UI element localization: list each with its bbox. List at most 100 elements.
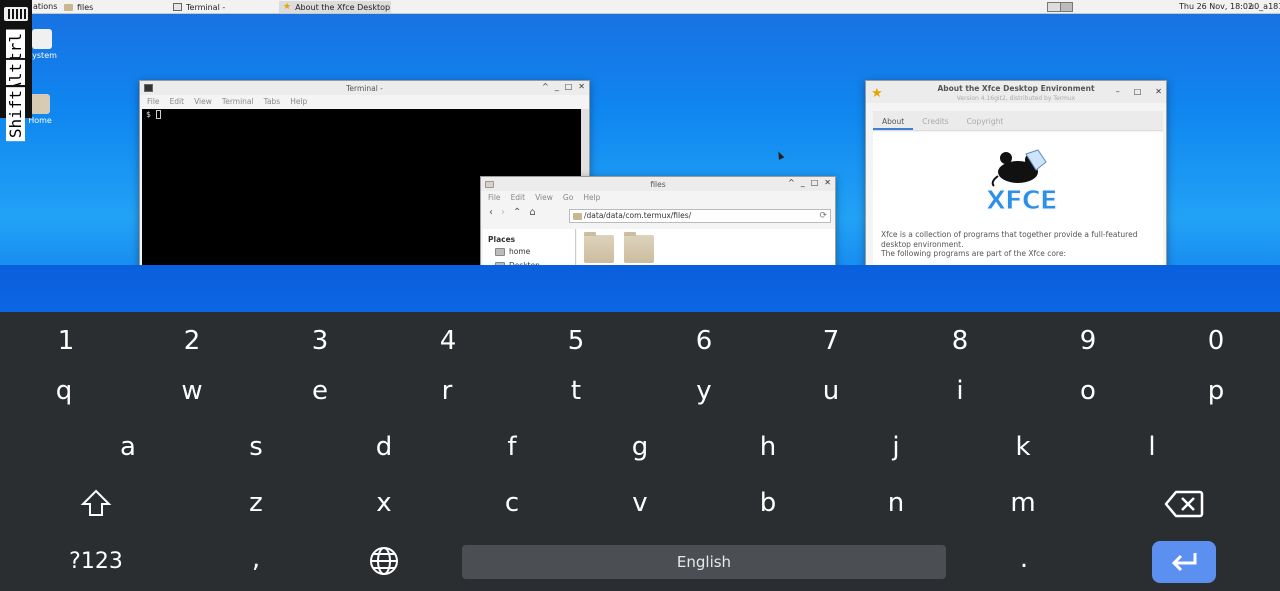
sidebar-item-desktop[interactable]: Desktop bbox=[495, 261, 570, 270]
key-g[interactable]: g bbox=[624, 432, 656, 462]
symbols-key[interactable]: ?123 bbox=[56, 549, 136, 574]
up-icon[interactable]: ⌃ bbox=[513, 207, 521, 218]
key-q[interactable]: q bbox=[48, 376, 80, 406]
reload-icon[interactable]: ⟳ bbox=[819, 210, 827, 222]
close-icon[interactable]: ✕ bbox=[578, 82, 585, 91]
comma-key[interactable]: , bbox=[240, 544, 272, 574]
keyboard-toggle-button[interactable] bbox=[0, 0, 32, 28]
key-k[interactable]: k bbox=[1007, 432, 1039, 462]
key-f[interactable]: f bbox=[496, 432, 528, 462]
alt-key[interactable]: Alt bbox=[0, 58, 32, 95]
menu-tabs[interactable]: Tabs bbox=[264, 97, 281, 106]
key-l[interactable]: l bbox=[1136, 432, 1168, 462]
key-b[interactable]: b bbox=[752, 488, 784, 518]
key-i[interactable]: i bbox=[944, 376, 976, 406]
taskbar-item-files[interactable]: files bbox=[60, 1, 166, 13]
menu-view[interactable]: View bbox=[535, 193, 553, 202]
key-j[interactable]: j bbox=[880, 432, 912, 462]
key-5[interactable]: 5 bbox=[560, 326, 592, 356]
about-titlebar[interactable]: ★ About the Xfce Desktop Environment Ver… bbox=[866, 81, 1166, 103]
key-s[interactable]: s bbox=[240, 432, 272, 462]
applications-menu[interactable]: ations bbox=[33, 2, 57, 11]
key-8[interactable]: 8 bbox=[944, 326, 976, 356]
file-item-home[interactable]: home bbox=[581, 232, 617, 275]
iconify-icon[interactable]: – bbox=[1116, 87, 1120, 96]
key-o[interactable]: o bbox=[1072, 376, 1104, 406]
key-4[interactable]: 4 bbox=[432, 326, 464, 356]
key-a[interactable]: a bbox=[112, 432, 144, 462]
backspace-key[interactable] bbox=[1162, 490, 1206, 525]
key-c[interactable]: c bbox=[496, 488, 528, 518]
key-0[interactable]: 0 bbox=[1200, 326, 1232, 356]
menu-help[interactable]: Help bbox=[583, 193, 600, 202]
tab-credits[interactable]: Credits bbox=[913, 111, 957, 130]
user-name[interactable]: u0_a181 bbox=[1249, 2, 1280, 11]
key-h[interactable]: h bbox=[752, 432, 784, 462]
key-r[interactable]: r bbox=[431, 376, 463, 406]
menu-terminal[interactable]: Terminal bbox=[222, 97, 254, 106]
key-2[interactable]: 2 bbox=[176, 326, 208, 356]
key-e[interactable]: e bbox=[304, 376, 336, 406]
menu-view[interactable]: View bbox=[194, 97, 212, 106]
minimize-icon[interactable]: ^ bbox=[542, 82, 549, 91]
key-d[interactable]: d bbox=[368, 432, 400, 462]
home-icon[interactable]: ⌂ bbox=[529, 207, 535, 218]
location-bar[interactable]: /data/data/com.termux/files/ ⟳ bbox=[569, 209, 831, 223]
sidebar-item-file-system[interactable]: File System bbox=[495, 287, 570, 296]
shift-key-button[interactable] bbox=[76, 488, 116, 525]
shift-key[interactable]: Shift bbox=[0, 85, 32, 142]
key-7[interactable]: 7 bbox=[815, 326, 847, 356]
close-icon[interactable]: ✕ bbox=[1155, 87, 1162, 96]
maximize-icon[interactable]: □ bbox=[811, 178, 819, 187]
taskbar-item-about[interactable]: ★ About the Xfce Desktop... bbox=[279, 1, 391, 13]
about-xfce-window[interactable]: ★ About the Xfce Desktop Environment Ver… bbox=[865, 80, 1167, 312]
key-w[interactable]: w bbox=[176, 376, 208, 406]
minimize-icon[interactable]: ^ bbox=[788, 178, 795, 187]
period-key[interactable]: . bbox=[1008, 544, 1040, 574]
menu-edit[interactable]: Edit bbox=[170, 97, 185, 106]
iconify-icon[interactable]: _ bbox=[555, 82, 559, 91]
ctrl-key[interactable]: Ctrl bbox=[0, 28, 32, 75]
clock[interactable]: Thu 26 Nov, 18:02 bbox=[1179, 2, 1253, 11]
component-link[interactable]: (xfce4-panel) bbox=[935, 291, 985, 300]
component-link[interactable]: (xfwm4) bbox=[985, 267, 1016, 276]
tab-about[interactable]: About bbox=[873, 111, 914, 130]
back-icon[interactable]: ‹ bbox=[489, 207, 493, 218]
iconify-icon[interactable]: _ bbox=[801, 178, 805, 187]
key-3[interactable]: 3 bbox=[304, 326, 336, 356]
key-m[interactable]: m bbox=[1007, 488, 1039, 518]
menu-go[interactable]: Go bbox=[563, 193, 573, 202]
file-view[interactable]: home usr bbox=[577, 229, 835, 312]
workspace-switcher[interactable] bbox=[1047, 2, 1073, 12]
key-p[interactable]: p bbox=[1200, 376, 1232, 406]
enter-key[interactable] bbox=[1152, 541, 1216, 583]
menu-help[interactable]: Help bbox=[290, 97, 307, 106]
taskbar-item-label: files bbox=[77, 2, 94, 12]
key-y[interactable]: y bbox=[688, 376, 720, 406]
key-t[interactable]: t bbox=[560, 376, 592, 406]
maximize-icon[interactable]: □ bbox=[1134, 87, 1142, 96]
menu-file[interactable]: File bbox=[488, 193, 501, 202]
key-1[interactable]: 1 bbox=[50, 326, 82, 356]
file-manager-window[interactable]: files ^ _ □ ✕ File Edit View Go Help ‹ ›… bbox=[480, 176, 836, 312]
maximize-icon[interactable]: □ bbox=[565, 82, 573, 91]
key-x[interactable]: x bbox=[368, 488, 400, 518]
key-z[interactable]: z bbox=[240, 488, 272, 518]
tab-copyright[interactable]: Copyright bbox=[958, 111, 1013, 130]
menu-file[interactable]: File bbox=[147, 97, 160, 106]
key-6[interactable]: 6 bbox=[688, 326, 720, 356]
key-v[interactable]: v bbox=[624, 488, 656, 518]
forward-icon[interactable]: › bbox=[501, 207, 505, 218]
sidebar-item-home[interactable]: home bbox=[495, 247, 570, 256]
key-9[interactable]: 9 bbox=[1072, 326, 1104, 356]
key-u[interactable]: u bbox=[815, 376, 847, 406]
language-key[interactable] bbox=[366, 545, 402, 584]
file-item-usr[interactable]: usr bbox=[621, 232, 657, 275]
menu-edit[interactable]: Edit bbox=[511, 193, 526, 202]
key-n[interactable]: n bbox=[880, 488, 912, 518]
space-key[interactable]: English bbox=[462, 545, 946, 579]
terminal-titlebar[interactable]: Terminal - ^ _ □ ✕ bbox=[140, 81, 589, 95]
close-icon[interactable]: ✕ bbox=[824, 178, 831, 187]
file-manager-titlebar[interactable]: files ^ _ □ ✕ bbox=[481, 177, 835, 191]
taskbar-item-terminal[interactable]: Terminal - bbox=[169, 1, 277, 13]
